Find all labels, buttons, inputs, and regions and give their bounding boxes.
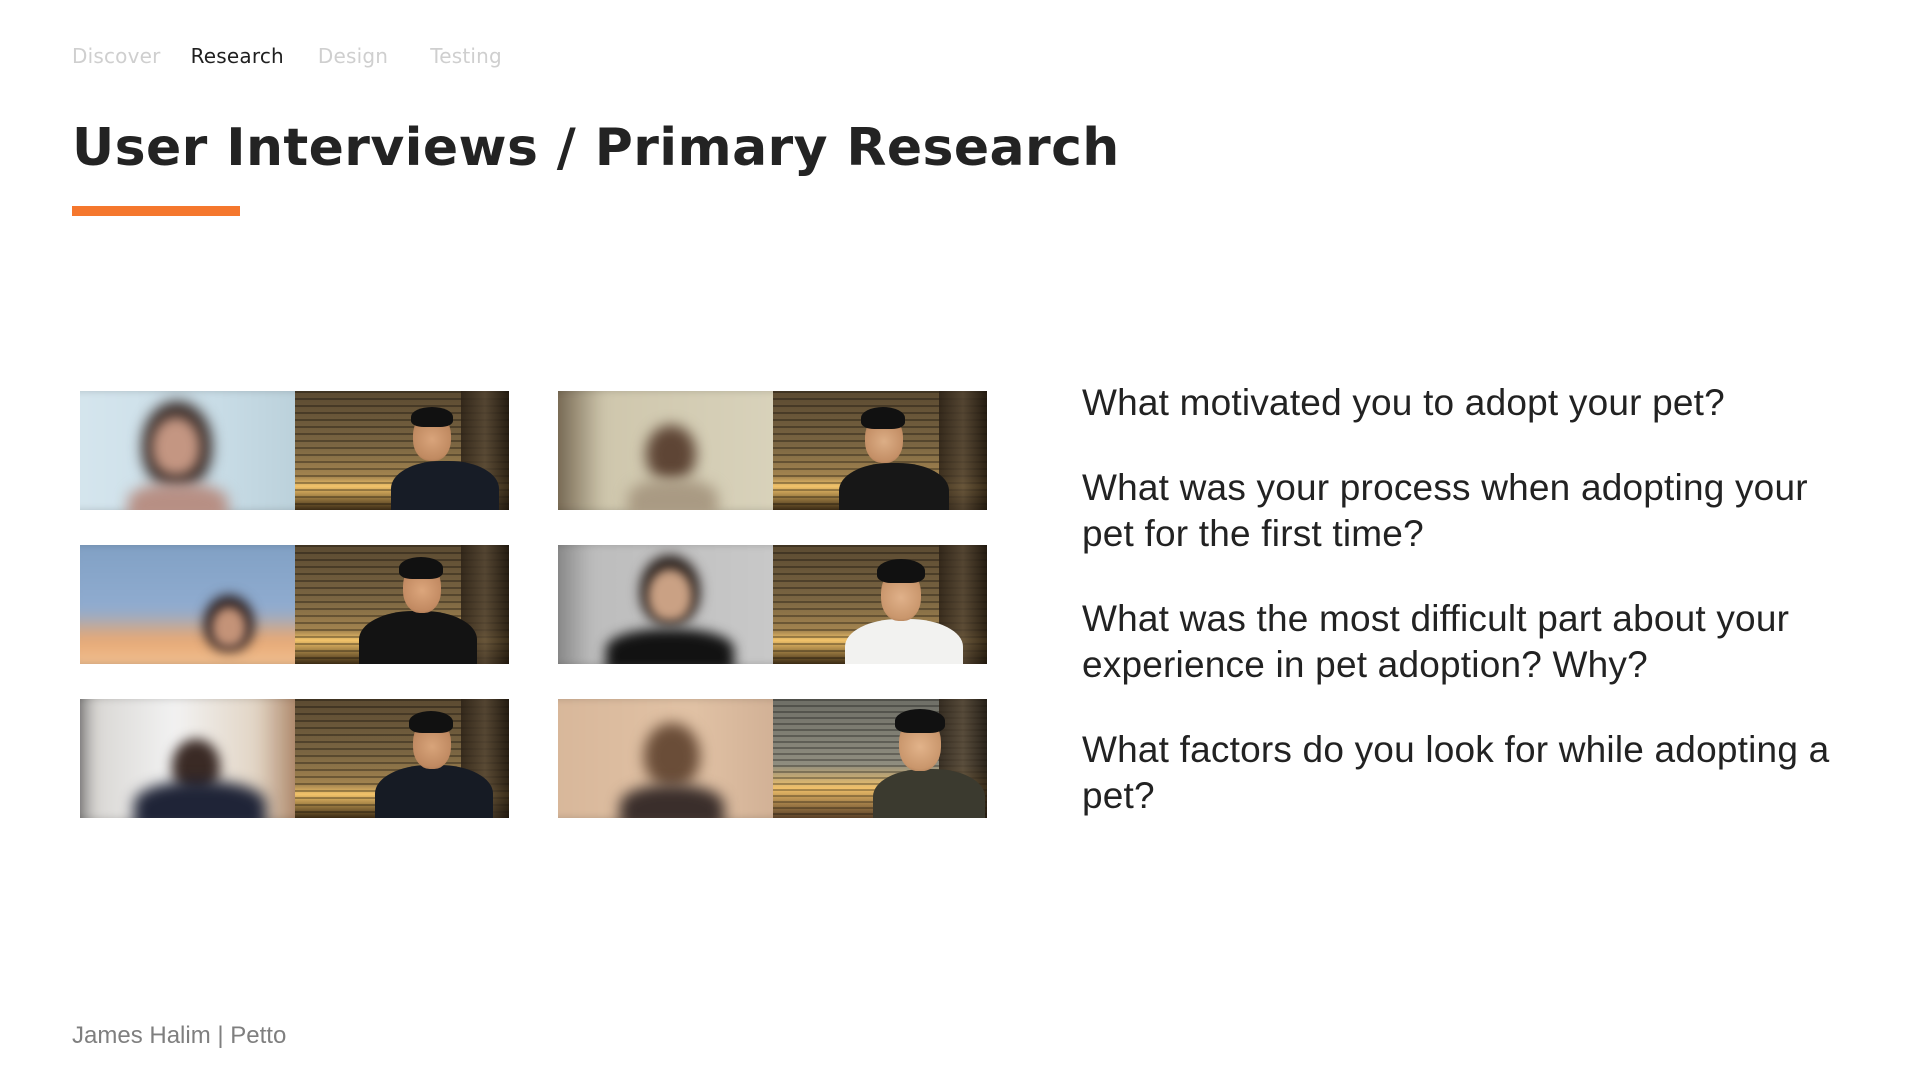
interview-call-3 <box>80 545 509 664</box>
page-title: User Interviews / Primary Research <box>72 118 1120 178</box>
interview-questions: What motivated you to adopt your pet? Wh… <box>1082 380 1862 858</box>
participant-video-blurred <box>80 391 295 510</box>
interviewer-video <box>294 391 509 510</box>
title-underline <box>72 206 240 216</box>
question-1: What motivated you to adopt your pet? <box>1082 382 1725 423</box>
interviewer-video <box>772 545 987 664</box>
interviewer-video <box>772 391 987 510</box>
slide: Discover Research Design Testing User In… <box>0 0 1920 1080</box>
interviewer-video <box>294 545 509 664</box>
participant-video-blurred <box>80 699 295 818</box>
section-nav: Discover Research Design Testing <box>72 44 502 68</box>
question-3: What was the most difficult part about y… <box>1082 598 1790 685</box>
nav-item-discover[interactable]: Discover <box>72 44 161 68</box>
interviewer-video <box>772 699 987 818</box>
nav-item-testing[interactable]: Testing <box>430 44 502 68</box>
participant-video-blurred <box>558 699 773 818</box>
participant-video-blurred <box>558 391 773 510</box>
interview-screenshots-grid <box>80 391 987 819</box>
nav-item-research[interactable]: Research <box>191 44 284 68</box>
footer-credit: James Halim | Petto <box>72 1022 287 1049</box>
interview-call-6 <box>558 699 987 818</box>
nav-item-design[interactable]: Design <box>318 44 388 68</box>
participant-video-blurred <box>80 545 295 664</box>
question-2: What was your process when adopting your… <box>1082 467 1808 554</box>
interview-call-2 <box>558 391 987 510</box>
interviewer-video <box>294 699 509 818</box>
interview-call-4 <box>558 545 987 664</box>
interview-call-1 <box>80 391 509 510</box>
question-4: What factors do you look for while adopt… <box>1082 729 1830 816</box>
participant-video-blurred <box>558 545 773 664</box>
interview-call-5 <box>80 699 509 818</box>
